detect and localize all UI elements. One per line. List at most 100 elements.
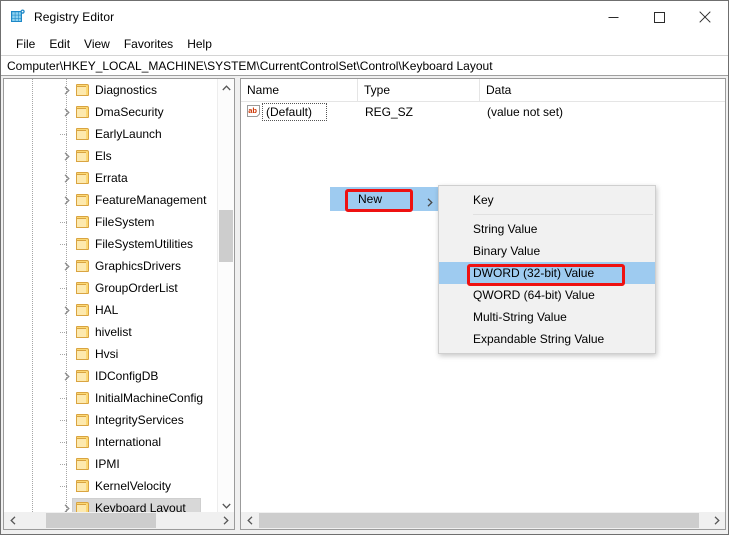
menu-item-dword-32-bit-value[interactable]: DWORD (32-bit) Value [439, 262, 655, 284]
folder-icon [76, 127, 91, 141]
values-column-headers: Name Type Data [241, 79, 725, 102]
menu-item-multi-string-value[interactable]: Multi-String Value [439, 306, 655, 328]
values-horizontal-scrollbar[interactable] [241, 512, 725, 529]
folder-icon [76, 413, 91, 427]
menu-view[interactable]: View [77, 36, 117, 52]
tree-vertical-scrollbar[interactable] [217, 79, 234, 514]
menu-item-label: Binary Value [473, 244, 541, 258]
tree-connector [60, 442, 67, 443]
new-menu-item[interactable]: New [330, 187, 440, 211]
tree-item-label: FeatureManagement [95, 193, 207, 207]
scroll-left-icon[interactable] [241, 512, 258, 529]
tree-item-grouporderlist[interactable]: GroupOrderList [4, 277, 217, 299]
folder-icon [76, 435, 91, 449]
chevron-right-icon[interactable] [60, 101, 74, 123]
menu-item-label: DWORD (32-bit) Value [473, 266, 595, 280]
tree-horizontal-scrollbar[interactable] [4, 512, 234, 529]
registry-editor-window: Registry Editor File Edit View Favorites… [0, 0, 729, 535]
tree-item-label: DmaSecurity [95, 105, 164, 119]
chevron-right-icon[interactable] [60, 189, 74, 211]
chevron-right-icon[interactable] [60, 365, 74, 387]
tree-connector [60, 354, 67, 355]
menu-item-binary-value[interactable]: Binary Value [439, 240, 655, 262]
tree-item-label: Els [95, 149, 112, 163]
window-controls [590, 1, 728, 33]
tree-item-filesystemutilities[interactable]: FileSystemUtilities [4, 233, 217, 255]
cell-data: (value not set) [487, 105, 564, 119]
table-row[interactable]: ab (Default) REG_SZ (value not set) [241, 102, 725, 122]
folder-icon [76, 457, 91, 471]
folder-icon [76, 83, 91, 97]
menu-item-expandable-string-value[interactable]: Expandable String Value [439, 328, 655, 350]
tree-item-ipmi[interactable]: IPMI [4, 453, 217, 475]
values-hscrollbar-thumb[interactable] [259, 513, 699, 528]
cell-type: REG_SZ [365, 105, 414, 119]
chevron-right-icon[interactable] [60, 255, 74, 277]
svg-text:ab: ab [248, 106, 257, 115]
tree-item-diagnostics[interactable]: Diagnostics [4, 79, 217, 101]
column-header-data[interactable]: Data [480, 79, 725, 101]
tree-connector [60, 464, 67, 465]
registry-path-text: Computer\HKEY_LOCAL_MACHINE\SYSTEM\Curre… [7, 58, 493, 73]
tree-item-featuremanagement[interactable]: FeatureManagement [4, 189, 217, 211]
menu-help[interactable]: Help [180, 36, 219, 52]
tree-item-graphicsdrivers[interactable]: GraphicsDrivers [4, 255, 217, 277]
folder-icon [76, 171, 91, 185]
tree-item-label: GroupOrderList [95, 281, 178, 295]
menu-edit[interactable]: Edit [42, 36, 77, 52]
tree-item-dmasecurity[interactable]: DmaSecurity [4, 101, 217, 123]
menu-item-key[interactable]: Key [439, 189, 655, 211]
tree-item-errata[interactable]: Errata [4, 167, 217, 189]
tree-item-label: InitialMachineConfig [95, 391, 204, 405]
string-value-icon: ab [246, 104, 262, 119]
tree-connector [60, 134, 67, 135]
menu-favorites[interactable]: Favorites [117, 36, 180, 52]
tree-item-hal[interactable]: HAL [4, 299, 217, 321]
tree-item-hvsi[interactable]: Hvsi [4, 343, 217, 365]
tree-item-label: FileSystemUtilities [95, 237, 194, 251]
tree-hscrollbar-thumb[interactable] [46, 513, 156, 528]
registry-tree-pane: Diagnostics DmaSecurity EarlyLaunch Els Erra… [3, 78, 235, 530]
menu-item-string-value[interactable]: String Value [439, 218, 655, 240]
column-header-name[interactable]: Name [241, 79, 358, 101]
menu-item-label: String Value [473, 222, 538, 236]
tree-item-label: Hvsi [95, 347, 119, 361]
menu-file[interactable]: File [9, 36, 42, 52]
chevron-right-icon[interactable] [60, 299, 74, 321]
tree-item-hivelist[interactable]: hivelist [4, 321, 217, 343]
tree-item-integrityservices[interactable]: IntegrityServices [4, 409, 217, 431]
menu-item-label: QWORD (64-bit) Value [473, 288, 595, 302]
tree-item-label: EarlyLaunch [95, 127, 162, 141]
close-button[interactable] [682, 1, 728, 33]
chevron-right-icon[interactable] [60, 145, 74, 167]
folder-icon [76, 303, 91, 317]
tree-item-kernelvelocity[interactable]: KernelVelocity [4, 475, 217, 497]
scroll-left-icon[interactable] [4, 512, 21, 529]
scroll-up-icon[interactable] [218, 79, 234, 96]
tree-item-filesystem[interactable]: FileSystem [4, 211, 217, 233]
title-bar: Registry Editor [1, 1, 728, 33]
minimize-button[interactable] [590, 1, 636, 33]
tree-item-idconfigdb[interactable]: IDConfigDB [4, 365, 217, 387]
tree-item-international[interactable]: International [4, 431, 217, 453]
maximize-button[interactable] [636, 1, 682, 33]
chevron-right-icon[interactable] [60, 167, 74, 189]
tree-connector [60, 486, 67, 487]
new-submenu: Key String Value Binary Value DWORD (32-bit… [438, 185, 656, 354]
menu-item-label: Multi-String Value [473, 310, 567, 324]
tree-item-earlylaunch[interactable]: EarlyLaunch [4, 123, 217, 145]
tree-connector [60, 244, 67, 245]
menu-item-label: Expandable String Value [473, 332, 605, 346]
address-bar[interactable]: Computer\HKEY_LOCAL_MACHINE\SYSTEM\Curre… [1, 55, 728, 76]
scroll-right-icon[interactable] [708, 512, 725, 529]
tree-item-els[interactable]: Els [4, 145, 217, 167]
scroll-right-icon[interactable] [217, 512, 234, 529]
tree-connector [60, 222, 67, 223]
folder-icon [76, 149, 91, 163]
chevron-right-icon[interactable] [60, 79, 74, 101]
tree-scrollbar-thumb[interactable] [219, 210, 233, 262]
menu-item-qword-64-bit-value[interactable]: QWORD (64-bit) Value [439, 284, 655, 306]
tree-item-label: International [95, 435, 162, 449]
tree-item-initialmachineconfig[interactable]: InitialMachineConfig [4, 387, 217, 409]
column-header-type[interactable]: Type [358, 79, 480, 101]
